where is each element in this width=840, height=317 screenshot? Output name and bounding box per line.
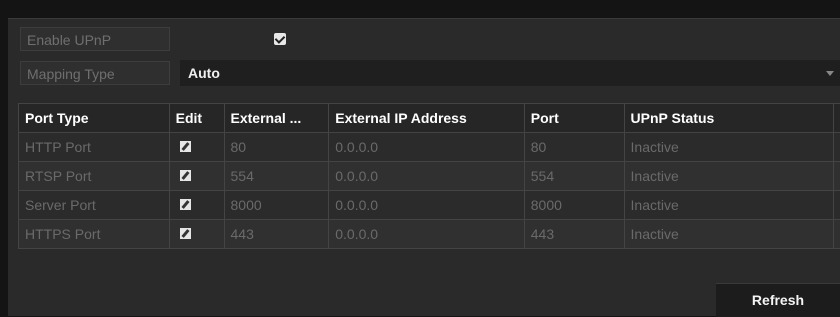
cell-external-port: 80 [224, 133, 330, 162]
edit-icon[interactable] [179, 170, 191, 181]
header-external-port[interactable]: External ... [224, 104, 330, 133]
cell-external-port: 443 [224, 220, 330, 249]
cell-status: Inactive [624, 162, 834, 191]
cell-port-type: Server Port [19, 191, 170, 220]
cell-spacer [834, 220, 840, 249]
cell-port: 8000 [524, 191, 625, 220]
chevron-down-icon [826, 71, 834, 76]
mapping-type-value: Auto [188, 65, 220, 81]
enable-upnp-label: Enable UPnP [20, 27, 170, 51]
table-row[interactable]: HTTPS Port 443 0.0.0.0 443 Inactive [19, 220, 840, 249]
enable-upnp-checkbox[interactable] [274, 33, 286, 45]
cell-port: 443 [524, 220, 625, 249]
cell-external-ip: 0.0.0.0 [329, 162, 525, 191]
cell-spacer [834, 133, 840, 162]
edit-icon[interactable] [179, 199, 191, 210]
cell-external-ip: 0.0.0.0 [329, 191, 525, 220]
cell-spacer [834, 162, 840, 191]
mapping-type-row: Mapping Type Auto [20, 59, 840, 87]
cell-spacer [834, 191, 840, 220]
cell-port: 80 [524, 133, 625, 162]
cell-port: 554 [524, 162, 625, 191]
cell-external-port: 554 [224, 162, 330, 191]
cell-status: Inactive [624, 191, 834, 220]
enable-upnp-row: Enable UPnP [20, 25, 840, 53]
table-row[interactable]: HTTP Port 80 0.0.0.0 80 Inactive [19, 133, 840, 162]
cell-edit [169, 162, 225, 191]
edit-icon[interactable] [179, 228, 191, 239]
port-mapping-table: Port Type Edit External ... External IP … [18, 103, 840, 249]
header-edit[interactable]: Edit [169, 104, 225, 133]
cell-status: Inactive [624, 133, 834, 162]
upnp-settings-panel: Enable UPnP Mapping Type Auto Port Type … [8, 18, 840, 317]
cell-edit [169, 220, 225, 249]
cell-port-type: HTTPS Port [19, 220, 170, 249]
header-upnp-status[interactable]: UPnP Status [624, 104, 834, 133]
table-row[interactable]: RTSP Port 554 0.0.0.0 554 Inactive [19, 162, 840, 191]
header-external-ip[interactable]: External IP Address [329, 104, 525, 133]
cell-external-port: 8000 [224, 191, 330, 220]
mapping-type-label: Mapping Type [20, 61, 170, 85]
edit-icon[interactable] [179, 141, 191, 152]
cell-port-type: HTTP Port [19, 133, 170, 162]
table-row[interactable]: Server Port 8000 0.0.0.0 8000 Inactive [19, 191, 840, 220]
cell-edit [169, 133, 225, 162]
header-spacer [834, 104, 840, 133]
table-header: Port Type Edit External ... External IP … [19, 104, 840, 133]
header-port[interactable]: Port [524, 104, 625, 133]
cell-port-type: RTSP Port [19, 162, 170, 191]
header-port-type[interactable]: Port Type [19, 104, 170, 133]
cell-external-ip: 0.0.0.0 [329, 220, 525, 249]
refresh-button[interactable]: Refresh [716, 283, 840, 317]
mapping-type-select[interactable]: Auto [180, 60, 840, 86]
cell-status: Inactive [624, 220, 834, 249]
cell-edit [169, 191, 225, 220]
cell-external-ip: 0.0.0.0 [329, 133, 525, 162]
